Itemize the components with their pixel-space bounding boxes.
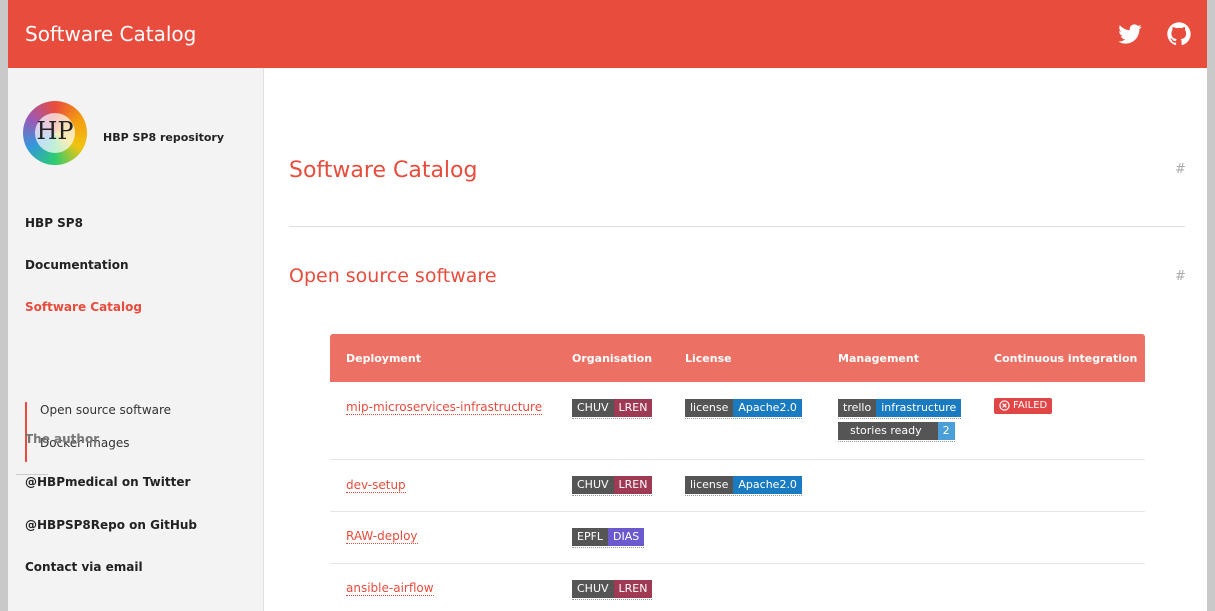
sidebar: HP HBP SP8 repository HBP SP8 Documentat… [8, 68, 264, 611]
license-badge[interactable]: license Apache2.0 [685, 476, 802, 496]
org-badge[interactable]: EPFL DIAS [572, 528, 645, 548]
org-badge[interactable]: CHUV LREN [572, 476, 653, 496]
title-anchor[interactable]: # [1175, 162, 1186, 177]
subnav-item-open-source[interactable]: Open source software [40, 403, 171, 417]
catalog-table: Deployment Organisation License Manageme… [330, 334, 1145, 611]
trello-badge[interactable]: trello infrastructure [838, 399, 962, 419]
col-ci: Continuous integration [994, 352, 1138, 365]
col-deployment: Deployment [346, 352, 421, 365]
table-header: Deployment Organisation License Manageme… [330, 334, 1145, 382]
main-content: Software Catalog # Open source software … [265, 68, 1207, 611]
sidebar-link-twitter[interactable]: @HBPmedical on Twitter [25, 475, 190, 489]
col-organisation: Organisation [572, 352, 653, 365]
failed-icon [999, 400, 1010, 411]
table-row: RAW-deploy EPFL DIAS [330, 512, 1145, 564]
section-divider [289, 226, 1185, 227]
table-row: ansible-airflow CHUV LREN [330, 564, 1145, 611]
table-row: dev-setup CHUV LREN license Apache2.0 [330, 460, 1145, 512]
ci-status-badge[interactable]: FAILED [994, 397, 1053, 414]
license-badge[interactable]: license Apache2.0 [685, 399, 802, 419]
section-anchor[interactable]: # [1175, 269, 1186, 284]
sidebar-link-email[interactable]: Contact via email [25, 560, 143, 574]
page-title: Software Catalog [289, 158, 478, 183]
repo-name: HBP SP8 repository [103, 131, 224, 144]
navbar-brand[interactable]: Software Catalog [25, 22, 196, 46]
window-frame-right [1207, 68, 1215, 611]
col-license: License [685, 352, 732, 365]
org-badge[interactable]: CHUV LREN [572, 580, 653, 600]
col-management: Management [838, 352, 919, 365]
table-row: mip-microservices-infrastructure CHUV LRE… [330, 382, 1145, 460]
deployment-link[interactable]: ansible-airflow [346, 581, 434, 596]
sidebar-item-documentation[interactable]: Documentation [25, 258, 129, 272]
section-title: Open source software [289, 265, 497, 287]
sidebar-item-software-catalog[interactable]: Software Catalog [25, 300, 142, 314]
window-frame-left [0, 68, 8, 611]
deployment-link[interactable]: mip-microservices-infrastructure [346, 400, 543, 415]
stories-badge[interactable]: stories ready 2 [838, 422, 955, 442]
deployment-link[interactable]: dev-setup [346, 478, 406, 493]
twitter-icon[interactable] [1116, 20, 1144, 48]
author-heading: The author [25, 432, 100, 446]
org-badge[interactable]: CHUV LREN [572, 399, 653, 419]
top-navbar: Software Catalog [0, 0, 1215, 68]
deployment-link[interactable]: RAW-deploy [346, 529, 418, 544]
sidebar-item-hbp-sp8[interactable]: HBP SP8 [25, 216, 83, 230]
hbp-logo: HP [23, 101, 87, 165]
github-icon[interactable] [1165, 20, 1193, 48]
sidebar-link-github[interactable]: @HBPSP8Repo on GitHub [25, 518, 197, 532]
